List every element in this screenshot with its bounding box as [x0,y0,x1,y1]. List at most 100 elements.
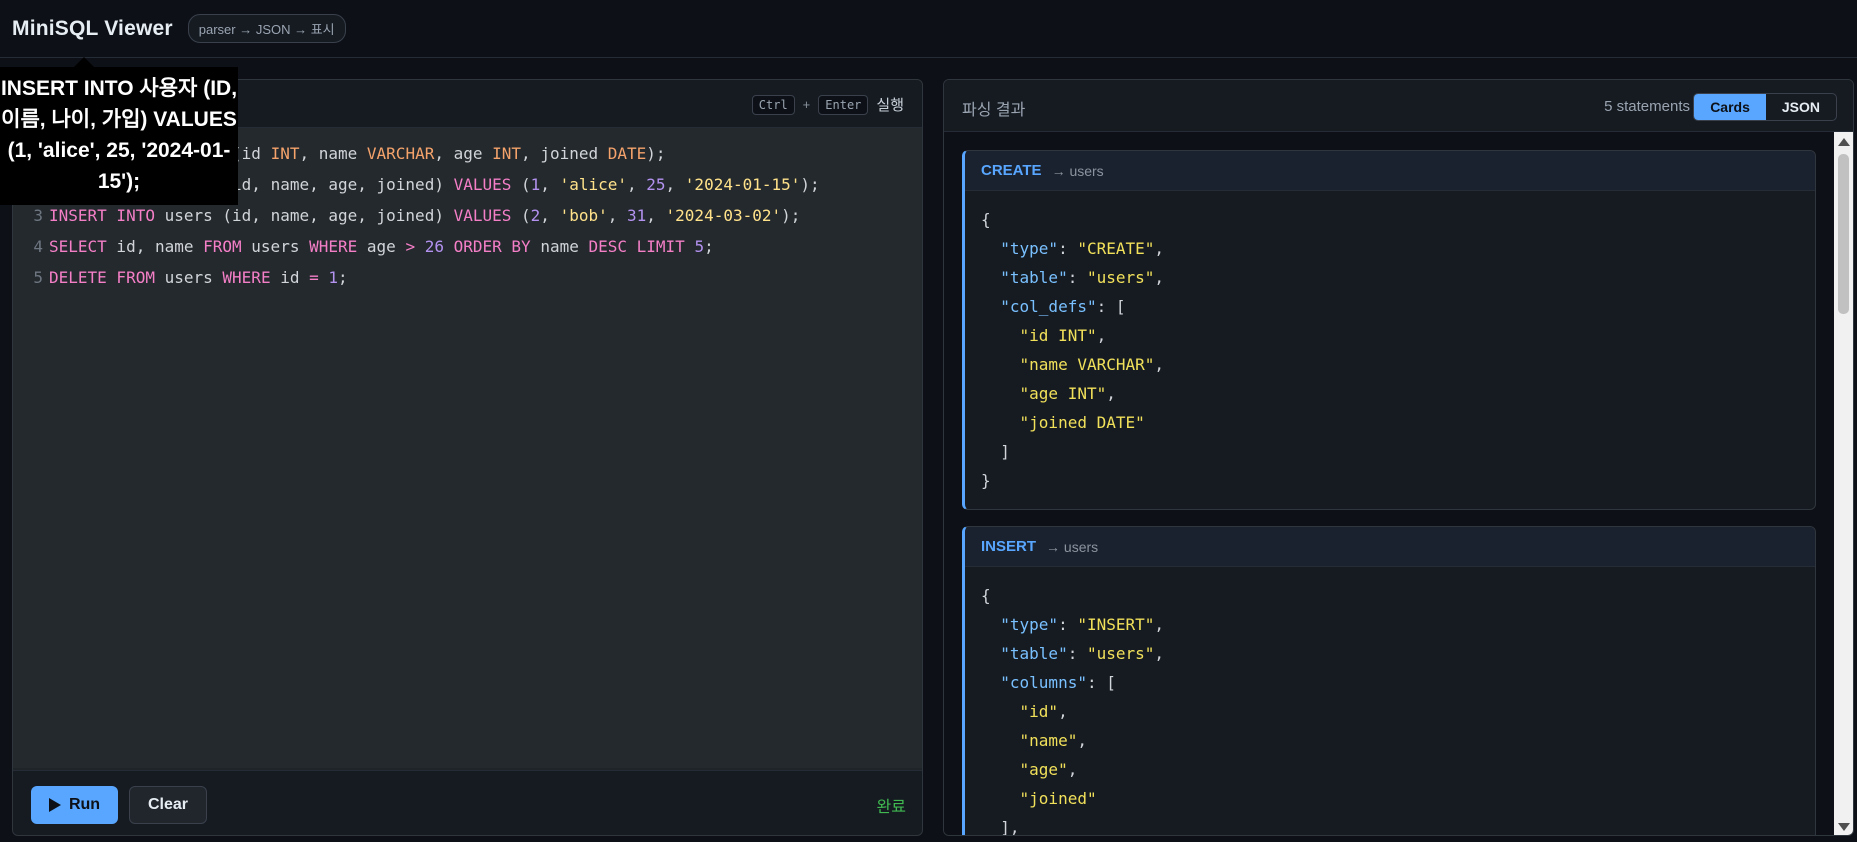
code-token: 2 [530,206,541,225]
json-punct: ], [1000,818,1020,836]
code-token: id, name [106,237,204,256]
code-token: ; [338,268,348,287]
json-key: "type" [1000,615,1059,634]
json-value: "users" [1086,644,1155,663]
code-token: ; [704,237,714,256]
json-punct: } [981,471,991,490]
json-line: "col_defs": [ [981,292,1815,321]
json-line: ] [981,437,1815,466]
play-icon [48,798,61,812]
run-button[interactable]: Run [31,786,118,824]
code-token: 'alice' [559,175,627,194]
json-line: ], [981,813,1815,836]
json-line: "joined" [981,784,1815,813]
cards-view-button[interactable]: Cards [1694,94,1766,120]
scroll-down-arrow-icon[interactable] [1838,823,1850,831]
code-token: '2024-03-02' [665,206,782,225]
code-token: 'bob' [559,206,608,225]
json-value: "CREATE" [1077,239,1155,258]
code-token: WHERE [309,237,358,256]
code-token: VARCHAR [366,144,435,163]
clear-button[interactable]: Clear [129,786,207,824]
code-token: users [154,268,223,287]
json-value: "age INT" [1019,384,1107,403]
code-token: users (id, name, age, joined) [154,206,454,225]
json-value: "age" [1019,760,1068,779]
json-value: "name" [1019,731,1078,750]
json-punct: ] [1000,442,1010,461]
json-punct: : [1058,239,1078,258]
json-line: } [981,466,1815,495]
json-punct: , [1154,615,1165,634]
json-line: "name VARCHAR", [981,350,1815,379]
statement-target: → users [1051,162,1104,179]
code-token: WHERE [222,268,271,287]
json-punct: : [1058,615,1078,634]
code-token: 25 [646,175,666,194]
code-token: DATE [607,144,647,163]
code-token: INT [270,144,300,163]
json-line: "type": "CREATE", [981,234,1815,263]
code-token: , joined [521,144,608,163]
statement-card: INSERT → users { "type": "INSERT", "table"… [962,526,1816,836]
statement-count: 5 statements [1604,98,1690,115]
code-token: id [270,268,310,287]
statement-type: CREATE [981,162,1042,179]
json-body: { "type": "INSERT", "table": "users", "c… [965,567,1815,836]
code-token: 5 [694,237,705,256]
code-token: VALUES [453,175,512,194]
code-token: ( [511,175,531,194]
json-key: "type" [1000,239,1059,258]
code-token: , name [299,144,367,163]
code-token: INT [492,144,522,163]
code-token: , [646,206,666,225]
json-line: "columns": [ [981,668,1815,697]
code-token: FROM [203,237,242,256]
code-line: 5 DELETE FROM users WHERE id = 1; [13,262,922,293]
json-value: "users" [1086,268,1155,287]
json-key: "table" [1000,644,1068,663]
json-punct: : [1067,268,1087,287]
json-line: "name", [981,726,1815,755]
code-token: name [530,237,589,256]
json-line: "type": "INSERT", [981,610,1815,639]
json-view-button[interactable]: JSON [1766,94,1836,120]
json-punct: , [1154,239,1165,258]
code-line: 4 SELECT id, name FROM users WHERE age > … [13,231,922,262]
json-key: "table" [1000,268,1068,287]
json-value: "joined" [1019,789,1097,808]
json-value: "id INT" [1019,326,1097,345]
code-token: = [309,268,319,287]
scroll-up-arrow-icon[interactable] [1838,138,1850,146]
json-key: "columns" [1000,673,1087,692]
code-token: > [405,237,416,256]
view-toggle: Cards JSON [1693,93,1837,121]
code-token: DELETE FROM [49,268,155,287]
result-scrollbar[interactable] [1834,132,1853,835]
scrollbar-thumb[interactable] [1838,154,1849,314]
code-token: , [540,206,560,225]
shortcut-action: 실행 [876,97,904,114]
code-token: SELECT [49,237,107,256]
code-token: , [665,175,685,194]
json-punct: , [1154,644,1165,663]
code-token: users [241,237,310,256]
json-body: { "type": "CREATE", "table": "users", "c… [965,191,1815,495]
json-punct: { [981,586,991,605]
code-token: , age [434,144,493,163]
sql-editor[interactable]: 1CREATE TABLE users (id INT, name VARCHA… [13,128,922,768]
code-token: , [540,175,560,194]
json-line: "table": "users", [981,263,1815,292]
code-token: ); [646,144,666,163]
code-token: 26 [424,237,444,256]
code-token: DESC LIMIT [588,237,685,256]
code-token: VALUES [453,206,512,225]
code-token: 1 [328,268,339,287]
ctrl-key: Ctrl [751,94,795,115]
app-header: MiniSQL Viewer parser → JSON → 표시 [0,0,1857,58]
json-punct: , [1154,268,1165,287]
